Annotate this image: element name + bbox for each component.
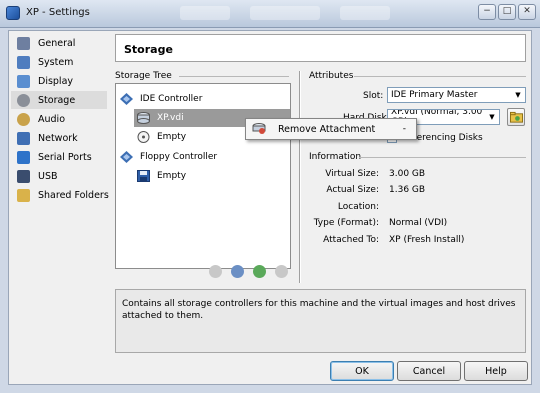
sidebar-item-system[interactable]: System [11, 53, 107, 71]
info-label-virtual-size: Virtual Size: [325, 169, 379, 179]
chevron-down-icon: ▼ [515, 91, 521, 99]
divider [179, 76, 289, 77]
storage-tree-heading: Storage Tree [115, 71, 172, 81]
folder-icon [510, 111, 523, 123]
add-controller-icon[interactable] [209, 265, 222, 278]
storage-icon [17, 93, 30, 107]
vertical-separator [299, 71, 301, 283]
tree-item-floppy-drive[interactable]: Empty [137, 167, 186, 185]
sidebar-item-audio[interactable]: Audio [11, 110, 107, 128]
hard-disk-icon [137, 112, 150, 124]
tree-item-floppy-controller[interactable]: Floppy Controller [120, 148, 217, 166]
taskbar-thumbnail [340, 6, 390, 20]
sidebar-item-serial-ports[interactable]: Serial Ports [11, 148, 107, 166]
info-label-location: Location: [337, 202, 379, 212]
system-icon [17, 55, 30, 69]
info-label-attached-to: Attached To: [323, 235, 379, 245]
network-icon [17, 131, 30, 145]
sidebar-item-network[interactable]: Network [11, 129, 107, 147]
cancel-button[interactable]: Cancel [397, 361, 461, 381]
taskbar-thumbnail [250, 6, 320, 20]
remove-attachment-icon[interactable] [275, 265, 288, 278]
serial-ports-icon [17, 150, 30, 164]
window-title: XP - Settings [26, 7, 90, 18]
slot-select[interactable]: IDE Primary Master ▼ [387, 87, 526, 103]
ide-controller-icon [120, 93, 133, 105]
page-title: Storage [124, 43, 173, 56]
divider [359, 157, 526, 158]
help-button[interactable]: Help [464, 361, 528, 381]
information-heading: Information [309, 152, 362, 162]
menu-shortcut: - [402, 124, 406, 134]
page-title-box: Storage [115, 34, 526, 62]
info-value-virtual-size: 3.00 GB [389, 169, 426, 179]
sidebar-item-storage[interactable]: Storage [11, 91, 107, 109]
maximize-button[interactable]: □ [498, 4, 516, 20]
floppy-drive-icon [137, 170, 150, 182]
info-value-type: Normal (VDI) [389, 218, 448, 228]
storage-tree[interactable]: IDE Controller XP.vdi Empty Floppy Contr… [115, 83, 291, 269]
sidebar-item-shared-folders[interactable]: Shared Folders [11, 186, 109, 204]
close-button[interactable]: ✕ [518, 4, 536, 20]
info-value-attached-to: XP (Fresh Install) [389, 235, 465, 245]
floppy-controller-icon [120, 151, 133, 163]
description-text: Contains all storage controllers for thi… [122, 299, 516, 321]
info-label-actual-size: Actual Size: [326, 185, 379, 195]
settings-sidebar: General System Display Storage Audio Net… [9, 31, 109, 386]
display-icon [17, 74, 30, 88]
divider [354, 76, 526, 77]
add-attachment-icon[interactable] [253, 265, 266, 278]
taskbar-thumbnail [180, 6, 230, 20]
description-panel: Contains all storage controllers for thi… [115, 289, 526, 353]
general-icon [17, 36, 30, 50]
audio-icon [17, 112, 30, 126]
context-menu: Remove Attachment - [245, 118, 417, 140]
tree-item-cd-drive[interactable]: Empty [137, 128, 186, 146]
remove-controller-icon[interactable] [231, 265, 244, 278]
choose-disk-button[interactable] [507, 108, 525, 126]
info-label-type: Type (Format): [313, 218, 379, 228]
cd-drive-icon [137, 131, 150, 143]
tree-item-ide-controller[interactable]: IDE Controller [120, 90, 202, 108]
info-value-actual-size: 1.36 GB [389, 185, 426, 195]
slot-label: Slot: [363, 91, 384, 101]
settings-dialog: General System Display Storage Audio Net… [8, 30, 532, 385]
menu-item-remove-attachment[interactable]: Remove Attachment [278, 124, 375, 135]
sidebar-item-general[interactable]: General [11, 34, 107, 52]
chevron-down-icon: ▼ [486, 111, 498, 123]
usb-icon [17, 169, 30, 183]
minimize-button[interactable]: − [478, 4, 496, 20]
title-bar: XP - Settings − □ ✕ [0, 0, 540, 28]
ok-button[interactable]: OK [330, 361, 394, 381]
remove-attachment-icon [252, 123, 266, 134]
sidebar-item-display[interactable]: Display [11, 72, 107, 90]
attributes-heading: Attributes [309, 71, 354, 81]
shared-folders-icon [17, 188, 30, 202]
sidebar-item-usb[interactable]: USB [11, 167, 107, 185]
virtualbox-app-icon [6, 6, 20, 20]
